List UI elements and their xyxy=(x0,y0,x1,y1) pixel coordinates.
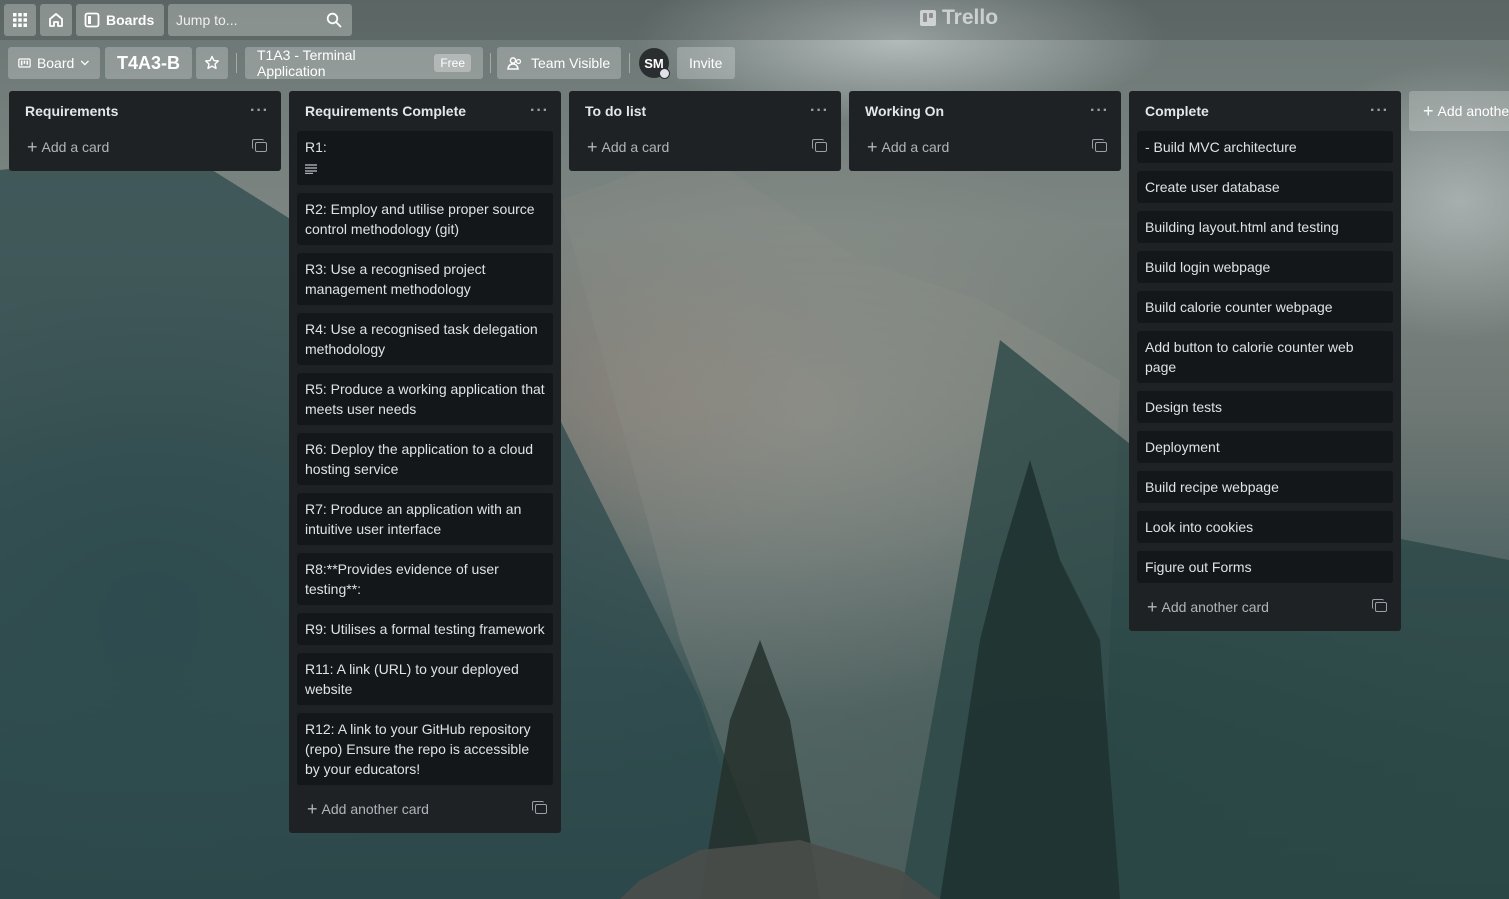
visibility-button[interactable]: Team Visible xyxy=(497,47,621,79)
add-card-label: Add a card xyxy=(881,139,950,155)
add-card-button[interactable]: + Add another card xyxy=(1137,591,1393,623)
team-name: T1A3 - Terminal Application xyxy=(257,47,356,79)
list-header: Complete ··· xyxy=(1137,91,1393,131)
team-visibility-icon xyxy=(507,57,522,70)
plus-icon: + xyxy=(1423,100,1434,121)
board-view-label: Board xyxy=(36,55,75,71)
header-divider xyxy=(236,53,237,73)
add-card-label: Add another card xyxy=(321,801,429,817)
card-template-icon[interactable] xyxy=(532,801,547,814)
home-button[interactable] xyxy=(40,4,72,36)
trello-logo[interactable]: Trello xyxy=(920,6,998,30)
list-card[interactable]: Design tests xyxy=(1137,391,1393,423)
list-card[interactable]: Figure out Forms xyxy=(1137,551,1393,583)
member-avatar[interactable]: SM xyxy=(639,48,670,79)
visibility-label: Team Visible xyxy=(531,55,611,71)
add-card-label: Add a card xyxy=(601,139,670,155)
header-divider xyxy=(629,53,630,73)
card-template-icon[interactable] xyxy=(1372,599,1387,612)
add-list-button[interactable]: + Add another list xyxy=(1409,91,1509,131)
list-card[interactable]: R1: xyxy=(297,131,553,185)
list-card[interactable]: Build calorie counter webpage xyxy=(1137,291,1393,323)
star-board-button[interactable] xyxy=(196,47,228,79)
list-card[interactable]: R4: Use a recognised task delegation met… xyxy=(297,313,553,365)
chevron-down-icon xyxy=(81,60,90,66)
board-name[interactable]: T4A3-B xyxy=(105,47,192,79)
home-icon xyxy=(49,13,63,27)
list-card[interactable]: R2: Employ and utilise proper source con… xyxy=(297,193,553,245)
admin-badge-icon xyxy=(659,68,670,79)
plus-icon: + xyxy=(587,136,598,157)
jump-to-search[interactable] xyxy=(168,4,352,36)
card-template-icon[interactable] xyxy=(812,139,827,152)
plan-badge: Free xyxy=(434,54,471,72)
list-menu-icon[interactable]: ··· xyxy=(250,103,269,119)
list-complete: Complete ··· - Build MVC architecture Cr… xyxy=(1129,91,1401,631)
list-title[interactable]: Complete xyxy=(1145,103,1209,119)
list-menu-icon[interactable]: ··· xyxy=(530,103,549,119)
list-card[interactable]: Build recipe webpage xyxy=(1137,471,1393,503)
boards-icon xyxy=(84,12,100,28)
list-card[interactable]: Create user database xyxy=(1137,171,1393,203)
list-menu-icon[interactable]: ··· xyxy=(1090,103,1109,119)
board-view-icon xyxy=(18,58,31,68)
list-title[interactable]: Working On xyxy=(865,103,944,119)
list-card[interactable]: R3: Use a recognised project management … xyxy=(297,253,553,305)
plus-icon: + xyxy=(867,136,878,157)
list-card[interactable]: R7: Produce an application with an intui… xyxy=(297,493,553,545)
boards-label: Boards xyxy=(106,12,155,28)
list-header: To do list ··· xyxy=(577,91,833,131)
list-header: Requirements ··· xyxy=(17,91,273,131)
add-card-button[interactable]: + Add a card xyxy=(577,131,833,163)
card-template-icon[interactable] xyxy=(1092,139,1107,152)
list-requirements-complete: Requirements Complete ··· R1: R2: Employ… xyxy=(289,91,561,833)
invite-button[interactable]: Invite xyxy=(677,47,735,79)
star-icon xyxy=(205,55,219,70)
list-title[interactable]: Requirements Complete xyxy=(305,103,466,119)
list-card[interactable]: R12: A link to your GitHub repository (r… xyxy=(297,713,553,785)
add-card-button[interactable]: + Add a card xyxy=(857,131,1113,163)
list-to-do: To do list ··· + Add a card xyxy=(569,91,841,171)
list-card[interactable]: R8:**Provides evidence of user testing**… xyxy=(297,553,553,605)
list-card[interactable]: R5: Produce a working application that m… xyxy=(297,373,553,425)
list-card[interactable]: R6: Deploy the application to a cloud ho… xyxy=(297,433,553,485)
card-title: R1: xyxy=(305,139,327,155)
list-menu-icon[interactable]: ··· xyxy=(810,103,829,119)
search-icon xyxy=(326,12,342,28)
list-header: Requirements Complete ··· xyxy=(297,91,553,131)
add-card-label: Add another card xyxy=(1161,599,1269,615)
trello-logo-icon xyxy=(920,10,936,26)
list-card[interactable]: - Build MVC architecture xyxy=(1137,131,1393,163)
plus-icon: + xyxy=(27,136,38,157)
list-requirements: Requirements ··· + Add a card xyxy=(9,91,281,171)
add-card-label: Add a card xyxy=(41,139,110,155)
board-view-switcher[interactable]: Board xyxy=(8,47,100,79)
apps-button[interactable] xyxy=(4,4,36,36)
add-list-label: Add another list xyxy=(1437,103,1509,119)
list-title[interactable]: Requirements xyxy=(25,103,118,119)
add-card-button[interactable]: + Add another card xyxy=(297,793,553,825)
list-card[interactable]: Deployment xyxy=(1137,431,1393,463)
search-input[interactable] xyxy=(176,12,316,28)
list-card[interactable]: R11: A link (URL) to your deployed websi… xyxy=(297,653,553,705)
list-card[interactable]: R9: Utilises a formal testing framework xyxy=(297,613,553,645)
list-card[interactable]: Look into cookies xyxy=(1137,511,1393,543)
list-card[interactable]: Add button to calorie counter web page xyxy=(1137,331,1393,383)
list-title[interactable]: To do list xyxy=(585,103,646,119)
trello-logo-text: Trello xyxy=(942,6,999,29)
team-button[interactable]: T1A3 - Terminal Application Free xyxy=(245,47,483,79)
boards-button[interactable]: Boards xyxy=(76,4,164,36)
grid-icon xyxy=(13,13,27,27)
plus-icon: + xyxy=(307,798,318,819)
list-card[interactable]: Build login webpage xyxy=(1137,251,1393,283)
description-icon xyxy=(305,161,545,179)
card-template-icon[interactable] xyxy=(252,139,267,152)
list-working-on: Working On ··· + Add a card xyxy=(849,91,1121,171)
list-card[interactable]: Building layout.html and testing xyxy=(1137,211,1393,243)
list-header: Working On ··· xyxy=(857,91,1113,131)
plus-icon: + xyxy=(1147,596,1158,617)
add-card-button[interactable]: + Add a card xyxy=(17,131,273,163)
header-divider xyxy=(490,53,491,73)
list-menu-icon[interactable]: ··· xyxy=(1370,103,1389,119)
